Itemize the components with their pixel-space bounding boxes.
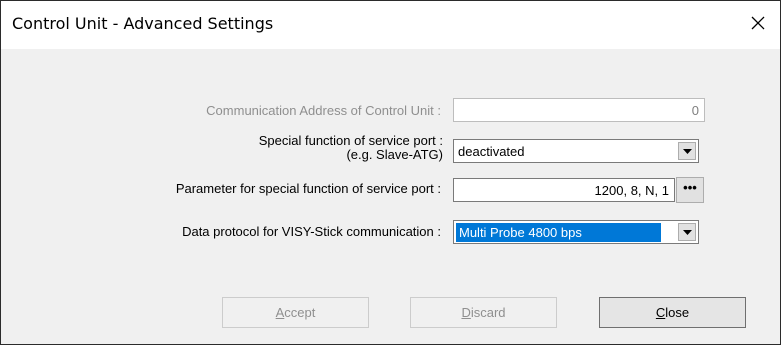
discard-button-mnemonic: D bbox=[461, 305, 471, 320]
service-port-param-label: Parameter for special function of servic… bbox=[175, 181, 441, 196]
visy-protocol-value: Multi Probe 4800 bps bbox=[455, 222, 662, 243]
service-port-value: deactivated bbox=[458, 144, 525, 159]
accept-button[interactable]: Accept bbox=[222, 297, 369, 328]
service-port-param-browse-button[interactable]: ••• bbox=[676, 177, 704, 203]
service-port-select[interactable]: deactivated bbox=[453, 139, 699, 163]
comm-address-value: 0 bbox=[691, 103, 699, 118]
chevron-down-icon bbox=[683, 230, 692, 235]
visy-protocol-label: Data protocol for VISY-Stick communicati… bbox=[182, 224, 441, 239]
advanced-settings-dialog: Control Unit - Advanced Settings Communi… bbox=[0, 0, 781, 345]
close-button-label: lose bbox=[665, 305, 690, 320]
visy-protocol-dropdown-button[interactable] bbox=[678, 223, 696, 241]
discard-button[interactable]: Discard bbox=[410, 297, 557, 328]
window-title: Control Unit - Advanced Settings bbox=[12, 14, 274, 33]
service-port-label-line2: (e.g. Slave-ATG) bbox=[346, 147, 443, 162]
comm-address-field[interactable]: 0 bbox=[453, 98, 705, 122]
visy-protocol-select[interactable]: Multi Probe 4800 bps bbox=[453, 220, 699, 244]
close-button[interactable]: Close bbox=[599, 297, 746, 328]
service-port-param-field[interactable]: 1200, 8, N, 1 bbox=[453, 178, 675, 202]
accept-button-label: ccept bbox=[284, 305, 316, 320]
title-bar: Control Unit - Advanced Settings bbox=[1, 1, 780, 49]
close-button-mnemonic: C bbox=[655, 305, 666, 320]
service-port-dropdown-button[interactable] bbox=[678, 142, 696, 160]
close-icon[interactable] bbox=[747, 12, 769, 34]
service-port-label: Special function of service port : (e.g.… bbox=[121, 134, 443, 162]
discard-button-label: iscard bbox=[470, 305, 506, 320]
accept-button-mnemonic: A bbox=[275, 305, 285, 320]
chevron-down-icon bbox=[683, 149, 692, 154]
comm-address-label: Communication Address of Control Unit : bbox=[206, 103, 441, 118]
service-port-param-value: 1200, 8, N, 1 bbox=[594, 183, 669, 198]
service-port-label-line1: Special function of service port : bbox=[258, 133, 443, 148]
